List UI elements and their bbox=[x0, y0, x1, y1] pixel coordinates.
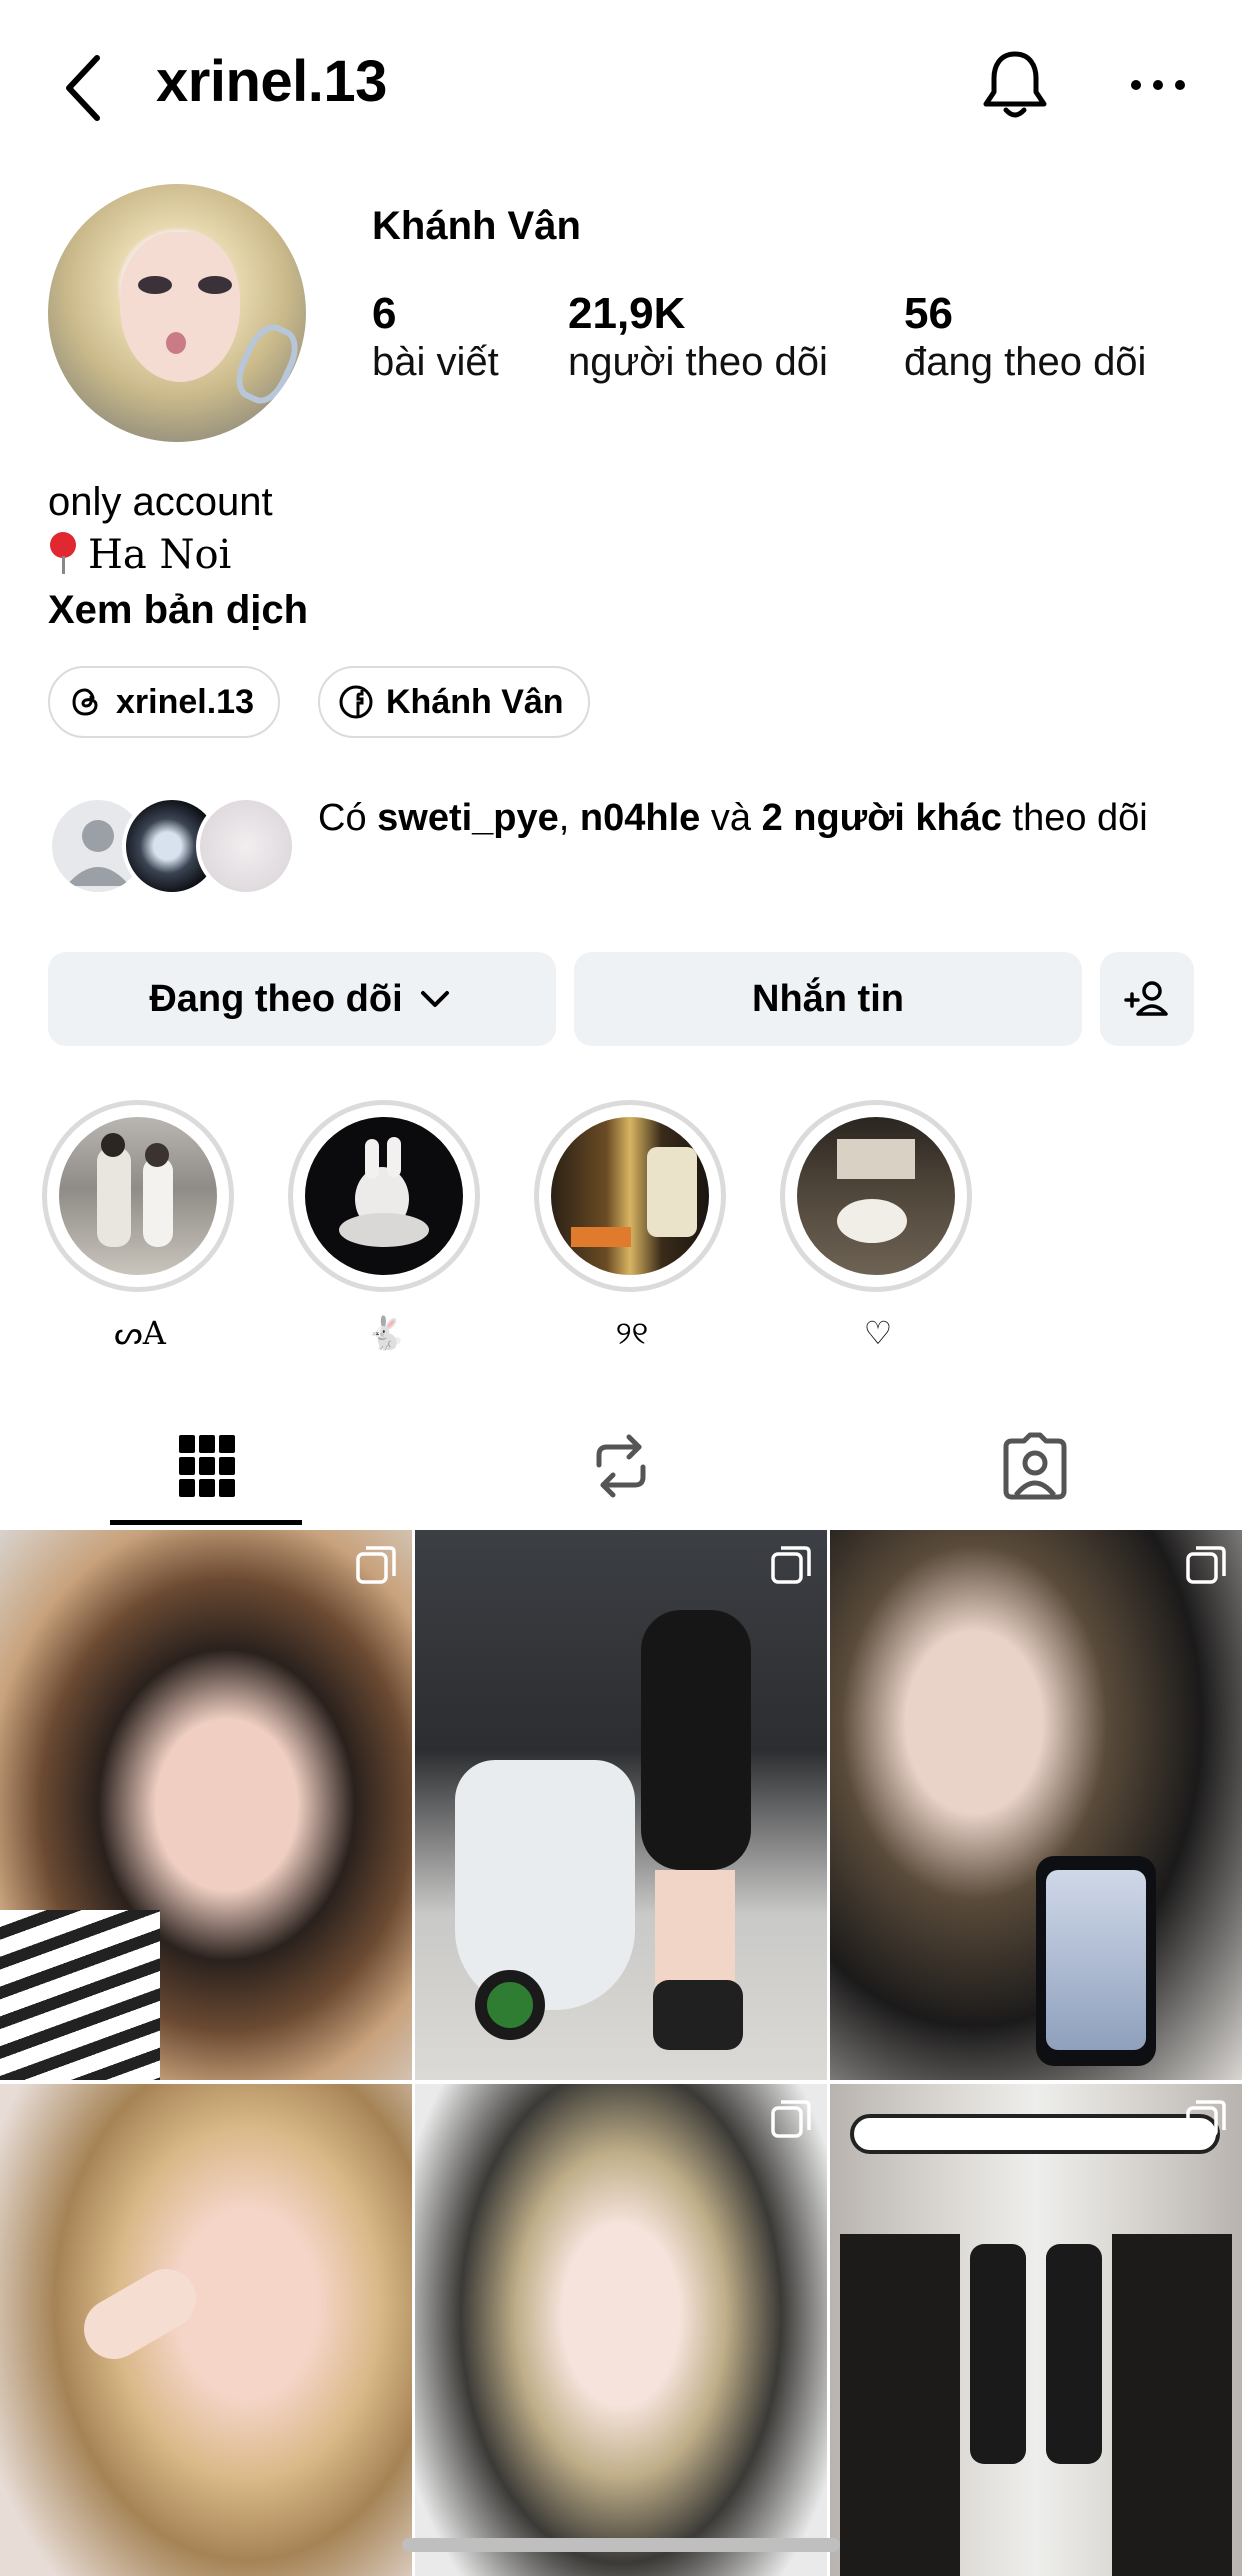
post-thumbnail[interactable] bbox=[830, 2084, 1242, 2576]
chevron-down-icon bbox=[420, 991, 449, 1007]
tab-tagged[interactable] bbox=[828, 1404, 1242, 1528]
mutual-followers-text[interactable]: Có sweti_pye, n04hle và 2 người khác the… bbox=[318, 790, 1198, 846]
story-highlight[interactable]: ᔕA bbox=[42, 1100, 238, 1354]
highlight-thumbnail bbox=[59, 1117, 217, 1275]
profile-username: xrinel.13 bbox=[156, 49, 387, 114]
chip-label: Khánh Vân bbox=[386, 682, 564, 721]
suggested-users-button[interactable] bbox=[1100, 952, 1194, 1046]
translate-link[interactable]: Xem bản dịch bbox=[48, 588, 308, 633]
tab-reposts[interactable] bbox=[414, 1404, 828, 1528]
post-thumbnail[interactable] bbox=[415, 1530, 827, 2080]
stat-posts[interactable]: 6 bài viết bbox=[372, 289, 499, 386]
multiple-photos-icon bbox=[1186, 2100, 1226, 2138]
multiple-photos-icon bbox=[771, 2100, 811, 2138]
mutual-separator: , bbox=[558, 797, 580, 839]
avatar-eye bbox=[138, 276, 172, 294]
active-tab-indicator bbox=[110, 1520, 302, 1525]
bio-location: Ha Noi bbox=[48, 532, 231, 578]
tagged-user-icon bbox=[1003, 1432, 1067, 1500]
message-label: Nhắn tin bbox=[752, 977, 904, 1020]
stat-followers[interactable]: 21,9K người theo dõi bbox=[568, 289, 828, 386]
location-text: Ha Noi bbox=[88, 532, 232, 578]
highlight-caption: 🐇 bbox=[366, 1314, 406, 1352]
avatar-mouth bbox=[166, 332, 186, 354]
mutual-user: sweti_pye bbox=[377, 797, 559, 839]
highlight-ring bbox=[288, 1100, 480, 1292]
post-thumbnail[interactable] bbox=[415, 2084, 827, 2576]
highlight-thumbnail bbox=[797, 1117, 955, 1275]
mutual-followers-avatars[interactable] bbox=[48, 796, 298, 896]
home-indicator[interactable] bbox=[402, 2538, 840, 2552]
story-highlight[interactable]: 🐇 bbox=[288, 1100, 484, 1354]
highlight-caption: ୨୧ bbox=[615, 1314, 649, 1352]
post-thumbnail[interactable] bbox=[0, 1530, 412, 2080]
display-name: Khánh Vân bbox=[372, 204, 581, 248]
repost-icon bbox=[596, 1434, 646, 1498]
mutual-and: và bbox=[700, 797, 762, 839]
following-button[interactable]: Đang theo dõi bbox=[48, 952, 556, 1046]
avatar-face bbox=[120, 232, 240, 382]
bell-icon bbox=[983, 51, 1047, 118]
mutual-suffix: theo dõi bbox=[1001, 797, 1148, 839]
chevron-left-icon bbox=[66, 55, 100, 121]
highlight-ring bbox=[780, 1100, 972, 1292]
mutual-prefix: Có bbox=[318, 797, 378, 839]
highlight-caption: ♡ bbox=[863, 1314, 893, 1352]
more-horizontal-icon bbox=[1131, 80, 1185, 90]
stat-value: 6 bbox=[372, 289, 397, 338]
mutual-user: n04hle bbox=[579, 797, 701, 839]
stat-value: 21,9K bbox=[568, 289, 686, 338]
profile-header: xrinel.13 bbox=[0, 0, 1242, 170]
pin-icon bbox=[48, 532, 78, 574]
highlight-caption: ᔕA bbox=[114, 1314, 166, 1352]
posts-grid bbox=[0, 1530, 1242, 2576]
stat-following[interactable]: 56 đang theo dõi bbox=[904, 289, 1147, 386]
stat-label: người theo dõi bbox=[568, 340, 828, 385]
highlight-ring bbox=[534, 1100, 726, 1292]
back-button[interactable] bbox=[55, 48, 115, 128]
highlight-thumbnail bbox=[551, 1117, 709, 1275]
threads-link-chip[interactable]: xrinel.13 bbox=[48, 666, 280, 738]
tab-posts[interactable] bbox=[0, 1404, 414, 1528]
notifications-button[interactable] bbox=[980, 48, 1050, 122]
threads-icon bbox=[68, 684, 104, 720]
facebook-link-chip[interactable]: Khánh Vân bbox=[318, 666, 590, 738]
story-highlight[interactable]: ♡ bbox=[780, 1100, 976, 1354]
following-label: Đang theo dõi bbox=[149, 977, 403, 1020]
multiple-photos-icon bbox=[356, 1546, 396, 1584]
chip-label: xrinel.13 bbox=[116, 682, 254, 721]
profile-tabs bbox=[0, 1404, 1242, 1528]
bio-text: only account bbox=[48, 480, 273, 524]
mutual-others: 2 người khác bbox=[761, 797, 1002, 839]
post-thumbnail[interactable] bbox=[0, 2084, 412, 2576]
stat-value: 56 bbox=[904, 289, 953, 338]
multiple-photos-icon bbox=[1186, 1546, 1226, 1584]
avatar-bow bbox=[227, 317, 306, 411]
avatar bbox=[196, 796, 296, 896]
avatar-eye bbox=[198, 276, 232, 294]
grid-icon bbox=[179, 1435, 235, 1497]
multiple-photos-icon bbox=[771, 1546, 811, 1584]
facebook-icon bbox=[338, 684, 374, 720]
stat-label: bài viết bbox=[372, 340, 499, 385]
stat-label: đang theo dõi bbox=[904, 340, 1147, 385]
highlight-ring bbox=[42, 1100, 234, 1292]
story-highlight[interactable]: ୨୧ bbox=[534, 1100, 730, 1354]
add-user-icon bbox=[1124, 981, 1168, 1016]
message-button[interactable]: Nhắn tin bbox=[574, 952, 1082, 1046]
post-thumbnail[interactable] bbox=[830, 1530, 1242, 2080]
profile-avatar[interactable] bbox=[48, 184, 306, 442]
highlight-thumbnail bbox=[305, 1117, 463, 1275]
more-options-button[interactable] bbox=[1128, 70, 1188, 100]
